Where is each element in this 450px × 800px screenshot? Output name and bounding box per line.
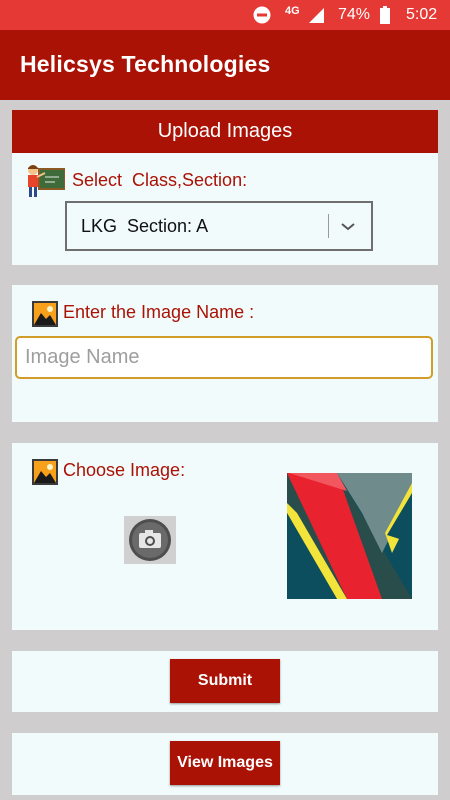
do-not-disturb-icon (253, 6, 271, 24)
class-section-dropdown[interactable]: LKG Section: A (65, 201, 373, 251)
image-icon (32, 301, 58, 327)
upload-card: Upload Images Select Class,Section: LKG … (12, 110, 438, 265)
network-type: 4G (285, 5, 300, 17)
image-icon (32, 459, 58, 485)
chevron-down-icon[interactable] (338, 216, 358, 236)
battery-icon (380, 6, 390, 24)
cell-signal-icon (309, 8, 324, 23)
status-bar: 4G 74% 5:02 (0, 0, 450, 30)
image-name-input[interactable] (15, 336, 433, 379)
view-images-button[interactable]: View Images (170, 741, 280, 785)
image-name-label: Enter the Image Name : (63, 302, 255, 322)
clock: 5:02 (406, 6, 438, 23)
image-name-card: Enter the Image Name : (12, 285, 438, 422)
camera-icon (129, 519, 171, 561)
dropdown-selected-value: LKG Section: A (81, 216, 209, 236)
selected-image-preview (287, 473, 412, 599)
dropdown-divider (328, 214, 329, 238)
submit-button[interactable]: Submit (170, 659, 280, 703)
upload-header: Upload Images (12, 110, 438, 153)
camera-button[interactable] (124, 516, 176, 564)
select-class-label: Select Class,Section: (72, 170, 248, 190)
submit-card: Submit (12, 651, 438, 712)
choose-image-label: Choose Image: (63, 460, 186, 480)
choose-image-card: Choose Image: (12, 443, 438, 630)
app-title: Helicsys Technologies (20, 51, 271, 77)
teacher-icon (28, 165, 65, 197)
app-bar: Helicsys Technologies (0, 30, 450, 100)
view-images-card: View Images (12, 733, 438, 795)
battery-level: 74% (338, 6, 371, 23)
